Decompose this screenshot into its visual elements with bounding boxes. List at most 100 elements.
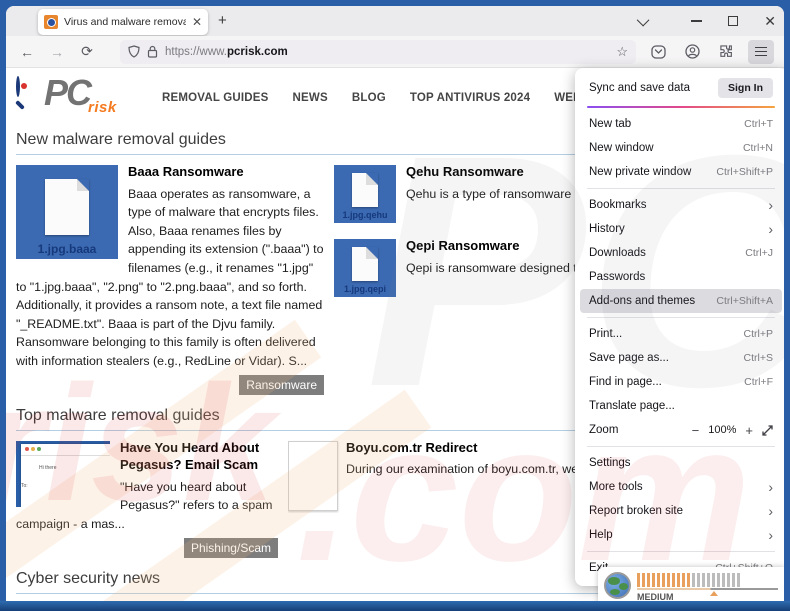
tab-title: Virus and malware removal inst (64, 16, 186, 28)
menu-shortcut: Ctrl+N (743, 142, 773, 154)
qepi-thumbnail[interactable]: 1.jpg.qepi (334, 239, 396, 297)
shield-icon[interactable] (128, 45, 140, 58)
qehu-thumb-caption: 1.jpg.qehu (334, 209, 396, 223)
lock-icon[interactable] (147, 45, 158, 58)
menu-item-translate-page[interactable]: Translate page... (575, 394, 784, 418)
pcrisk-logo[interactable]: PC risk (16, 75, 144, 117)
menu-label: Add-ons and themes (589, 295, 695, 307)
menu-shortcut: Ctrl+P (744, 328, 773, 340)
pcrisk-favicon (44, 15, 58, 29)
frame-bottom-bar (0, 601, 790, 611)
extensions-puzzle-icon[interactable] (714, 40, 738, 64)
menu-item-find-in-page[interactable]: Find in page... Ctrl+F (575, 370, 784, 394)
sign-in-button[interactable]: Sign In (718, 78, 773, 98)
logo-pc-text: PC (44, 75, 90, 111)
minimize-button[interactable] (691, 20, 702, 22)
logo-risk-text: risk (88, 99, 117, 116)
pocket-icon[interactable] (646, 40, 670, 64)
menu-divider (587, 446, 775, 447)
new-tab-button[interactable]: + (218, 12, 227, 29)
menu-label: Help (589, 529, 613, 541)
menu-item-sync[interactable]: Sync and save data Sign In (575, 74, 784, 102)
pegasus-thumb-line1: Hi there (39, 465, 57, 471)
menu-item-addons-themes[interactable]: Add-ons and themes Ctrl+Shift+A (580, 289, 782, 313)
threat-meter-pointer-icon (710, 591, 718, 596)
titlebar: Virus and malware removal inst ✕ + ✕ (6, 6, 784, 36)
menu-item-help[interactable]: Help › (575, 523, 784, 547)
menu-label: New tab (589, 118, 631, 130)
zoom-level[interactable]: 100% (708, 424, 736, 436)
forward-icon[interactable]: → (44, 40, 70, 64)
menu-label: More tools (589, 481, 643, 493)
url-domain: pcrisk.com (227, 46, 288, 58)
badge-phishing-scam[interactable]: Phishing/Scam (184, 538, 278, 558)
account-icon[interactable] (680, 40, 704, 64)
menu-item-save-page-as[interactable]: Save page as... Ctrl+S (575, 346, 784, 370)
chevron-right-icon: › (768, 222, 773, 236)
menu-label: Report broken site (589, 505, 683, 517)
url-prefix: https://www. (165, 46, 227, 58)
nav-news[interactable]: NEWS (293, 92, 328, 104)
qehu-thumbnail[interactable]: 1.jpg.qehu (334, 165, 396, 223)
url-bar[interactable]: https://www.pcrisk.com ☆ (120, 40, 636, 64)
back-icon[interactable]: ← (14, 40, 40, 64)
maximize-button[interactable] (728, 16, 738, 26)
menu-shortcut: Ctrl+Shift+A (716, 295, 773, 307)
boyu-thumbnail[interactable] (288, 441, 338, 511)
threat-meter: MEDIUM (637, 572, 778, 601)
pegasus-thumb-line2: To: (21, 483, 28, 489)
menu-label: Passwords (589, 271, 645, 283)
menu-label: Print... (589, 328, 622, 340)
zoom-out-icon[interactable]: − (692, 423, 700, 438)
article-pegasus: Hi there To: Have You Heard About Pegasu… (16, 439, 278, 558)
badge-ransomware-baaa[interactable]: Ransomware (239, 375, 324, 395)
browser-tab[interactable]: Virus and malware removal inst ✕ (38, 9, 208, 35)
app-menu-hamburger-icon[interactable] (748, 40, 774, 64)
menu-item-new-tab[interactable]: New tab Ctrl+T (575, 112, 784, 136)
menu-item-new-private-window[interactable]: New private window Ctrl+Shift+P (575, 160, 784, 184)
nav-top-antivirus[interactable]: TOP ANTIVIRUS 2024 (410, 92, 530, 104)
menu-item-history[interactable]: History › (575, 217, 784, 241)
threat-level-widget: MEDIUM (598, 567, 784, 601)
tab-list-chevron-icon[interactable] (637, 13, 650, 26)
globe-icon (604, 572, 631, 599)
fullscreen-icon[interactable] (762, 425, 773, 436)
pegasus-thumbnail[interactable]: Hi there To: (16, 441, 110, 507)
nav-blog[interactable]: BLOG (352, 92, 386, 104)
menu-label: Settings (589, 457, 631, 469)
menu-divider (587, 317, 775, 318)
menu-label: History (589, 223, 625, 235)
qepi-thumb-caption: 1.jpg.qepi (334, 283, 396, 297)
menu-item-bookmarks[interactable]: Bookmarks › (575, 193, 784, 217)
nav-removal-guides[interactable]: REMOVAL GUIDES (162, 92, 269, 104)
menu-item-settings[interactable]: Settings (575, 451, 784, 475)
menu-item-report-broken-site[interactable]: Report broken site › (575, 499, 784, 523)
magnifier-icon (16, 78, 42, 104)
url-text[interactable]: https://www.pcrisk.com (165, 46, 609, 58)
tab-close-icon[interactable]: ✕ (192, 15, 202, 29)
menu-item-new-window[interactable]: New window Ctrl+N (575, 136, 784, 160)
bookmark-star-icon[interactable]: ☆ (616, 44, 628, 60)
sync-gradient-divider (587, 106, 775, 108)
zoom-in-icon[interactable]: + (745, 423, 753, 438)
menu-item-more-tools[interactable]: More tools › (575, 475, 784, 499)
menu-item-downloads[interactable]: Downloads Ctrl+J (575, 241, 784, 265)
browser-window-frame: Virus and malware removal inst ✕ + ✕ ← →… (0, 0, 790, 611)
close-window-button[interactable]: ✕ (764, 14, 776, 28)
navigation-toolbar: ← → ⟳ https://www.pcrisk.com ☆ (6, 36, 784, 68)
menu-shortcut: Ctrl+S (744, 352, 773, 364)
menu-sync-label: Sync and save data (589, 82, 690, 94)
chevron-right-icon: › (768, 528, 773, 542)
baaa-thumbnail[interactable]: 1.jpg.baaa (16, 165, 118, 259)
menu-item-print[interactable]: Print... Ctrl+P (575, 322, 784, 346)
menu-label: Translate page... (589, 400, 675, 412)
toolbar-right-icons (646, 40, 776, 64)
menu-item-passwords[interactable]: Passwords (575, 265, 784, 289)
window-controls: ✕ (640, 6, 776, 36)
chevron-right-icon: › (768, 198, 773, 212)
menu-shortcut: Ctrl+F (744, 376, 773, 388)
chevron-right-icon: › (768, 504, 773, 518)
article-body-qepi: Qepi is ransomware designed to... (406, 261, 594, 275)
menu-divider (587, 551, 775, 552)
reload-icon[interactable]: ⟳ (74, 40, 100, 64)
